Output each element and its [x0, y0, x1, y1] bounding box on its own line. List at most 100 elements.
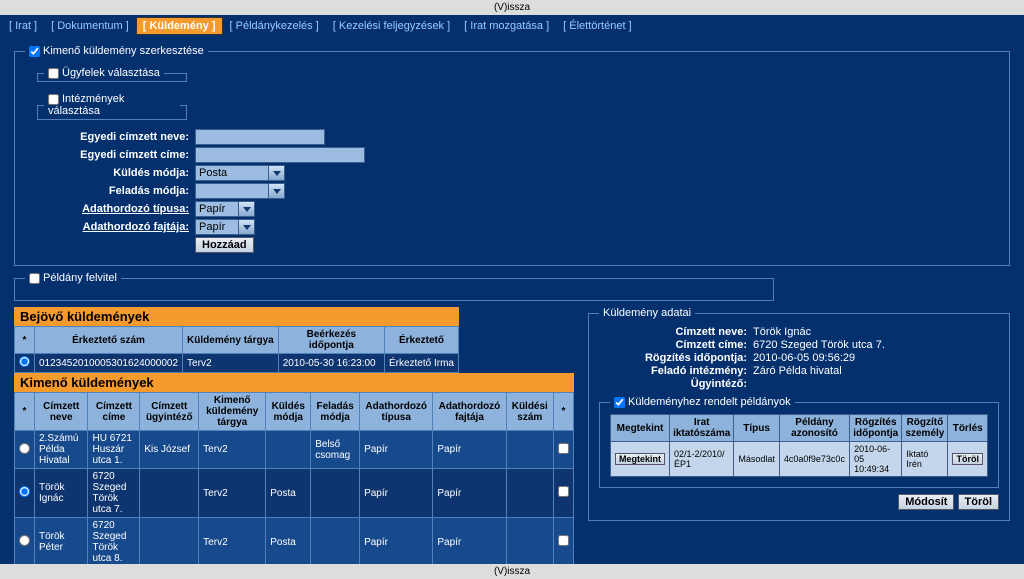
clients-checkbox[interactable] — [48, 68, 59, 79]
tab-irat[interactable]: [ Irat ] — [2, 17, 44, 35]
copy-checkbox[interactable] — [29, 273, 40, 284]
cell-mtype: Papír — [360, 518, 433, 567]
post-mode-select[interactable] — [195, 183, 285, 199]
col-name[interactable]: Címzett neve — [35, 393, 88, 431]
cell-sendm: Posta — [266, 518, 311, 567]
tab-peldanykezeles[interactable]: [ Példánykezelés ] — [223, 17, 326, 35]
lbl-post-mode: Feladás módja: — [25, 185, 195, 197]
recipient-name-input[interactable] — [195, 129, 325, 145]
lbl-d-rec: Rögzítés időpontja: — [599, 352, 753, 364]
cell-mkind: Papír — [433, 518, 506, 567]
col-clerk[interactable]: Címzett ügyintéző — [140, 393, 199, 431]
col-postm[interactable]: Feladás módja — [311, 393, 360, 431]
col-sendnum[interactable]: Küldési szám — [506, 393, 553, 431]
send-mode-value: Posta — [199, 167, 227, 179]
institutions-label: Intézmények választása — [48, 93, 124, 117]
outgoing-row-checkbox[interactable] — [558, 535, 569, 546]
incoming-table: * Érkeztető szám Küldemény tárgya Beérke… — [14, 326, 459, 373]
col-sendm[interactable]: Küldés módja — [266, 393, 311, 431]
table-row[interactable]: Török Péter 6720 Szeged Török utca 8. Te… — [15, 518, 574, 567]
col-mtype[interactable]: Adathordozó típusa — [360, 393, 433, 431]
cell-registrar: Érkeztető Irma — [384, 354, 458, 373]
add-button[interactable]: Hozzáad — [195, 237, 254, 253]
outgoing-row-radio[interactable] — [19, 535, 30, 546]
col-iktat[interactable]: Irat iktatószáma — [670, 415, 734, 442]
recipient-addr-input[interactable] — [195, 147, 365, 163]
col-view: Megtekint — [611, 415, 670, 442]
tab-kezelesi[interactable]: [ Kezelési feljegyzések ] — [326, 17, 457, 35]
val-d-addr: 6720 Szeged Török utca 7. — [753, 339, 885, 351]
cell-subject: Terv2 — [183, 354, 279, 373]
col-recby[interactable]: Rögzítő személy — [902, 415, 948, 442]
institutions-fieldset: Intézmények választása — [37, 93, 187, 120]
media-kind-select[interactable]: Papír — [195, 219, 255, 235]
tab-elettortenet[interactable]: [ Élettörténet ] — [556, 17, 638, 35]
col-subj[interactable]: Kimenő küldemény tárgya — [199, 393, 266, 431]
outgoing-edit-checkbox[interactable] — [29, 46, 40, 57]
clients-fieldset: Ügyfelek választása — [37, 67, 187, 82]
cell-addr: HU 6721 Huszár utca 1. — [88, 431, 140, 469]
tab-dokumentum[interactable]: [ Dokumentum ] — [44, 17, 136, 35]
cell-mkind: Papír — [433, 469, 506, 518]
cell-type: Másodlat — [734, 442, 780, 477]
incoming-title: Bejövő küldemények — [14, 307, 459, 326]
cell-sendm — [266, 431, 311, 469]
table-row[interactable]: 0123452010005301624000002 Terv2 2010-05-… — [15, 354, 459, 373]
lbl-media-kind[interactable]: Adathordozó fajtája: — [25, 221, 195, 233]
cell-name: 2.Számú Példa Hivatal — [35, 431, 88, 469]
top-bar: (V)issza — [0, 0, 1024, 15]
media-type-select[interactable]: Papír — [195, 201, 255, 217]
col-subject[interactable]: Küldemény tárgya — [183, 327, 279, 354]
media-kind-value: Papír — [199, 221, 225, 233]
modify-button[interactable]: Módosít — [898, 494, 954, 510]
table-row[interactable]: 2.Számú Példa Hivatal HU 6721 Huszár utc… — [15, 431, 574, 469]
cell-recby: Iktató Irén — [902, 442, 948, 477]
cell-reg: 0123452010005301624000002 — [35, 354, 183, 373]
col-rectime[interactable]: Rögzítés időpontja — [850, 415, 902, 442]
cell-clerk: Kis József — [140, 431, 199, 469]
outgoing-title: Kimenő küldemények — [14, 373, 574, 392]
row-delete-button[interactable]: Töröl — [952, 453, 983, 465]
back-label-top[interactable]: (V)issza — [494, 2, 530, 13]
col-registrar[interactable]: Érkeztető — [384, 327, 458, 354]
back-label-bottom[interactable]: (V)issza — [494, 566, 530, 577]
col-addr[interactable]: Címzett címe — [88, 393, 140, 431]
copy-title: Példány felvitel — [43, 272, 117, 284]
assigned-copies-fieldset: Küldeményhez rendelt példányok Megtekint… — [599, 396, 999, 488]
send-mode-select[interactable]: Posta — [195, 165, 285, 181]
outgoing-row-checkbox[interactable] — [558, 443, 569, 454]
lbl-recipient-addr: Egyedi címzett címe: — [25, 149, 195, 161]
cell-subj: Terv2 — [199, 469, 266, 518]
chevron-down-icon — [268, 184, 284, 198]
col-mkind[interactable]: Adathordozó fajtája — [433, 393, 506, 431]
col-reg[interactable]: Érkeztető szám — [35, 327, 183, 354]
media-type-value: Papír — [199, 203, 225, 215]
col-type[interactable]: Típus — [734, 415, 780, 442]
institutions-checkbox[interactable] — [48, 94, 59, 105]
assigned-copies-checkbox[interactable] — [614, 397, 625, 408]
lbl-send-mode: Küldés módja: — [25, 167, 195, 179]
outgoing-row-radio[interactable] — [19, 486, 30, 497]
chevron-down-icon — [238, 220, 254, 234]
outgoing-row-radio[interactable] — [19, 443, 30, 454]
chevron-down-icon — [238, 202, 254, 216]
outgoing-edit-legend: Kimenő küldemény szerkesztése — [25, 45, 208, 57]
lbl-media-type[interactable]: Adathordozó típusa: — [25, 203, 195, 215]
view-button[interactable]: Megtekint — [615, 453, 665, 465]
cell-sendnum — [506, 469, 553, 518]
delete-button[interactable]: Töröl — [958, 494, 1000, 510]
lbl-d-name: Címzett neve: — [599, 326, 753, 338]
col-copyid[interactable]: Példány azonosító — [779, 415, 849, 442]
details-fieldset: Küldemény adatai Címzett neve:Török Igná… — [588, 307, 1010, 521]
copy-fieldset: Példány felvitel — [14, 272, 774, 301]
cell-postm — [311, 469, 360, 518]
outgoing-table: * Címzett neve Címzett címe Címzett ügyi… — [14, 392, 574, 567]
table-row[interactable]: Török Ignác 6720 Szeged Török utca 7. Te… — [15, 469, 574, 518]
outgoing-row-checkbox[interactable] — [558, 486, 569, 497]
incoming-row-radio[interactable] — [19, 356, 30, 367]
details-legend: Küldemény adatai — [599, 307, 695, 319]
col-arrival[interactable]: Beérkezés időpontja — [278, 327, 384, 354]
assigned-copies-table: Megtekint Irat iktatószáma Típus Példány… — [610, 414, 988, 477]
tab-mozgatasa[interactable]: [ Irat mozgatása ] — [457, 17, 556, 35]
tab-kuldemeny[interactable]: [ Küldemény ] — [136, 17, 223, 35]
